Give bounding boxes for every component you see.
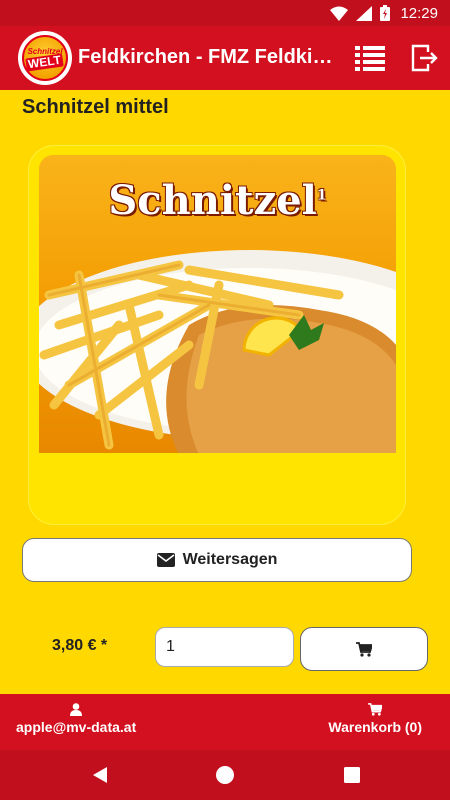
logo-text-bottom: WELT	[25, 52, 65, 72]
cart-icon	[368, 703, 383, 716]
back-button[interactable]	[88, 763, 112, 787]
product-image: Schnitzel1	[39, 155, 396, 453]
menu-list-button[interactable]	[354, 42, 386, 74]
user-icon	[70, 703, 83, 716]
status-bar: 12:29	[0, 0, 450, 26]
cart-link[interactable]: Warenkorb (0)	[328, 703, 422, 735]
logout-icon	[411, 44, 438, 72]
recents-square-icon	[344, 767, 360, 783]
add-to-cart-button[interactable]	[300, 627, 428, 671]
logo-badge: Schnitzel WELT	[22, 35, 68, 81]
brand-logo[interactable]: Schnitzel WELT	[18, 31, 72, 85]
image-caption-note: 1	[316, 187, 327, 204]
image-caption: Schnitzel1	[39, 177, 396, 224]
price-label: 3,80 € *	[52, 637, 108, 654]
battery-charging-icon	[380, 5, 390, 21]
cart-icon	[356, 641, 372, 657]
share-button-label: Weitersagen	[182, 551, 278, 568]
back-triangle-icon	[93, 767, 107, 783]
image-caption-text: Schnitzel	[108, 177, 317, 224]
wifi-icon	[330, 6, 348, 21]
signal-icon	[356, 5, 372, 21]
cart-label: Warenkorb (0)	[328, 719, 422, 735]
home-circle-icon	[216, 766, 234, 784]
status-time: 12:29	[400, 5, 438, 22]
quantity-input[interactable]	[155, 627, 294, 667]
app-title: Feldkirchen - FMZ Feldkirchen	[78, 46, 340, 68]
app-bar: Schnitzel WELT Feldkirchen - FMZ Feldkir…	[0, 26, 450, 90]
user-email: apple@mv-data.at	[16, 719, 137, 735]
system-nav-bar	[0, 750, 450, 800]
envelope-icon	[156, 553, 175, 567]
list-icon	[355, 46, 385, 71]
bottom-bar: apple@mv-data.at Warenkorb (0)	[0, 694, 450, 750]
status-icons	[330, 5, 390, 21]
logout-button[interactable]	[408, 42, 440, 74]
recents-button[interactable]	[340, 763, 364, 787]
user-account-link[interactable]: apple@mv-data.at	[16, 703, 136, 735]
home-button[interactable]	[213, 763, 237, 787]
product-title: Schnitzel mittel	[22, 96, 169, 118]
share-button[interactable]: Weitersagen	[22, 538, 412, 582]
